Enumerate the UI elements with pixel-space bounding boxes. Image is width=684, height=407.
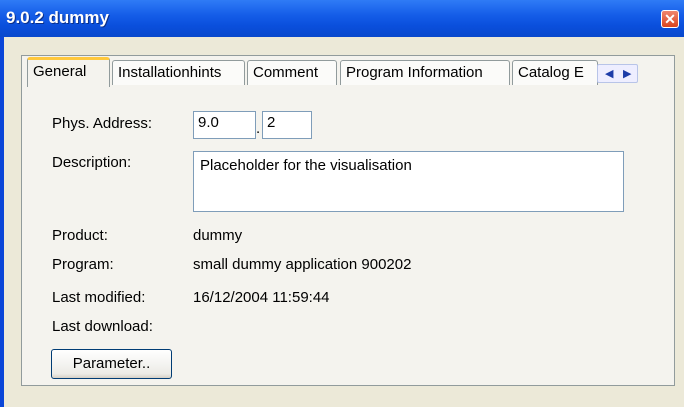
tab-label: General [33,63,87,80]
tab-general[interactable]: General [27,57,110,87]
phys-address-device-value: 2 [267,114,276,131]
tab-panel-general [21,55,675,386]
title-bar[interactable]: 9.0.2 dummy ✕ [0,0,684,37]
last-modified-label: Last modified: [52,289,146,306]
tab-program-information[interactable]: Program Information [340,60,510,85]
tab-label: Comment [253,64,319,81]
program-value: small dummy application 900202 [193,256,412,273]
product-label: Product: [52,227,108,244]
parameter-button[interactable]: Parameter.. [51,349,172,379]
description-label: Description: [52,154,132,171]
tab-catalog-entry[interactable]: Catalog E [512,60,598,85]
tab-label: Catalog E [518,64,584,81]
phys-address-device-field[interactable]: 2 [262,111,312,139]
close-icon: ✕ [664,11,676,27]
phys-address-area-value: 9.0 [198,114,219,131]
description-field[interactable]: Placeholder for the visualisation [193,151,624,212]
parameter-button-label: Parameter.. [72,355,151,372]
phys-address-area-field[interactable]: 9.0 [193,111,256,139]
dialog-window: 9.0.2 dummy ✕ General Installationhints … [0,0,684,407]
window-title: 9.0.2 dummy [6,8,109,27]
tab-label: Program Information [346,64,483,81]
tab-comment[interactable]: Comment [247,60,337,85]
program-label: Program: [52,256,114,273]
close-button[interactable]: ✕ [661,10,679,28]
phys-address-separator: . [256,120,261,137]
chevron-right-icon[interactable]: ▶ [623,67,631,80]
description-value: Placeholder for the visualisation [200,157,412,174]
chevron-left-icon[interactable]: ◀ [605,67,613,80]
product-value: dummy [193,227,243,244]
phys-address-label: Phys. Address: [52,115,153,132]
tab-installationhints[interactable]: Installationhints [112,60,245,85]
last-modified-value: 16/12/2004 11:59:44 [193,289,330,306]
last-download-label: Last download: [52,318,153,335]
tab-label: Installationhints [118,64,222,81]
tab-scroll-arrows: ◀ ▶ [597,64,638,83]
